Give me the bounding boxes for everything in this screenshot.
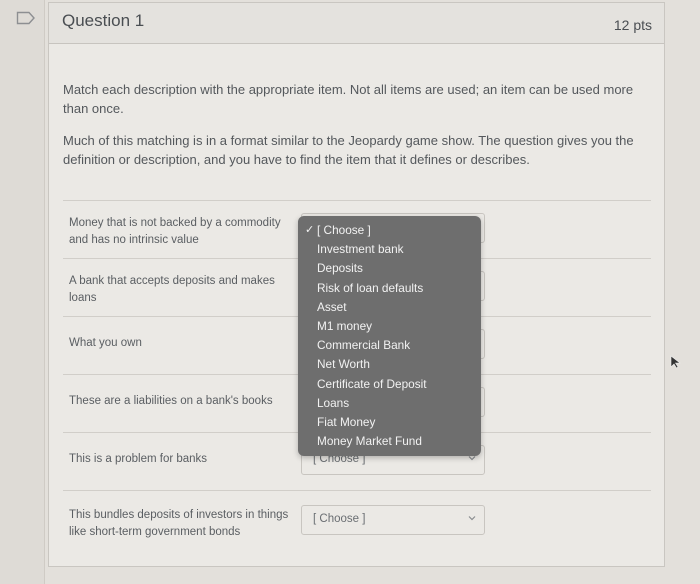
menu-option[interactable]: Net Worth: [298, 355, 481, 374]
menu-option[interactable]: Asset: [298, 298, 481, 317]
menu-option[interactable]: Fiat Money: [298, 413, 481, 432]
checkmark-icon: ✓: [305, 224, 315, 236]
menu-option[interactable]: ✓[ Choose ]: [298, 221, 481, 240]
option-label: Investment bank: [317, 242, 404, 257]
question-instructions: Match each description with the appropri…: [63, 80, 648, 182]
match-description: This bundles deposits of investors in th…: [69, 509, 289, 538]
menu-option[interactable]: Certificate of Deposit: [298, 375, 481, 394]
option-label: Fiat Money: [317, 414, 376, 429]
match-description: Money that is not backed by a commodity …: [69, 217, 281, 246]
instruction-paragraph: Match each description with the appropri…: [63, 82, 634, 116]
flag-question-icon[interactable]: [16, 11, 36, 25]
option-label: Deposits: [317, 261, 363, 276]
menu-option[interactable]: Commercial Bank: [298, 336, 481, 355]
question-title: Question 1: [62, 11, 145, 30]
option-label: Net Worth: [317, 357, 370, 372]
menu-option[interactable]: Deposits: [298, 259, 481, 278]
option-label: Commercial Bank: [317, 338, 411, 353]
select-value: [ Choose ]: [313, 513, 366, 525]
option-label: Asset: [317, 299, 347, 314]
option-label: M1 money: [317, 318, 373, 333]
match-description: This is a problem for banks: [69, 453, 208, 465]
option-label: Loans: [317, 395, 350, 410]
question-points: 12 pts: [613, 17, 652, 33]
menu-option[interactable]: Loans: [298, 394, 481, 413]
instruction-paragraph: Much of this matching is in a format sim…: [63, 133, 634, 167]
menu-option[interactable]: M1 money: [298, 317, 481, 336]
menu-option[interactable]: Risk of loan defaults: [298, 279, 481, 298]
option-label: [ Choose ]: [317, 223, 371, 237]
match-description: These are a liabilities on a bank's book…: [69, 395, 273, 407]
match-description: A bank that accepts deposits and makes l…: [69, 275, 275, 304]
option-label: Risk of loan defaults: [317, 280, 424, 295]
left-rail: [0, 0, 45, 584]
option-label: Money Market Fund: [317, 434, 422, 449]
chevron-down-icon: [468, 516, 476, 521]
menu-option[interactable]: Money Market Fund: [298, 432, 481, 451]
match-select[interactable]: [ Choose ]: [301, 505, 485, 535]
option-label: Certificate of Deposit: [317, 376, 427, 391]
question-header: Question 1 12 pts: [49, 3, 664, 44]
mouse-pointer-icon: [670, 355, 681, 369]
select-dropdown-menu[interactable]: ✓[ Choose ] Investment bank Deposits Ris…: [298, 216, 481, 456]
menu-option[interactable]: Investment bank: [298, 240, 481, 259]
match-description: What you own: [69, 337, 142, 349]
match-row: This bundles deposits of investors in th…: [63, 490, 651, 567]
